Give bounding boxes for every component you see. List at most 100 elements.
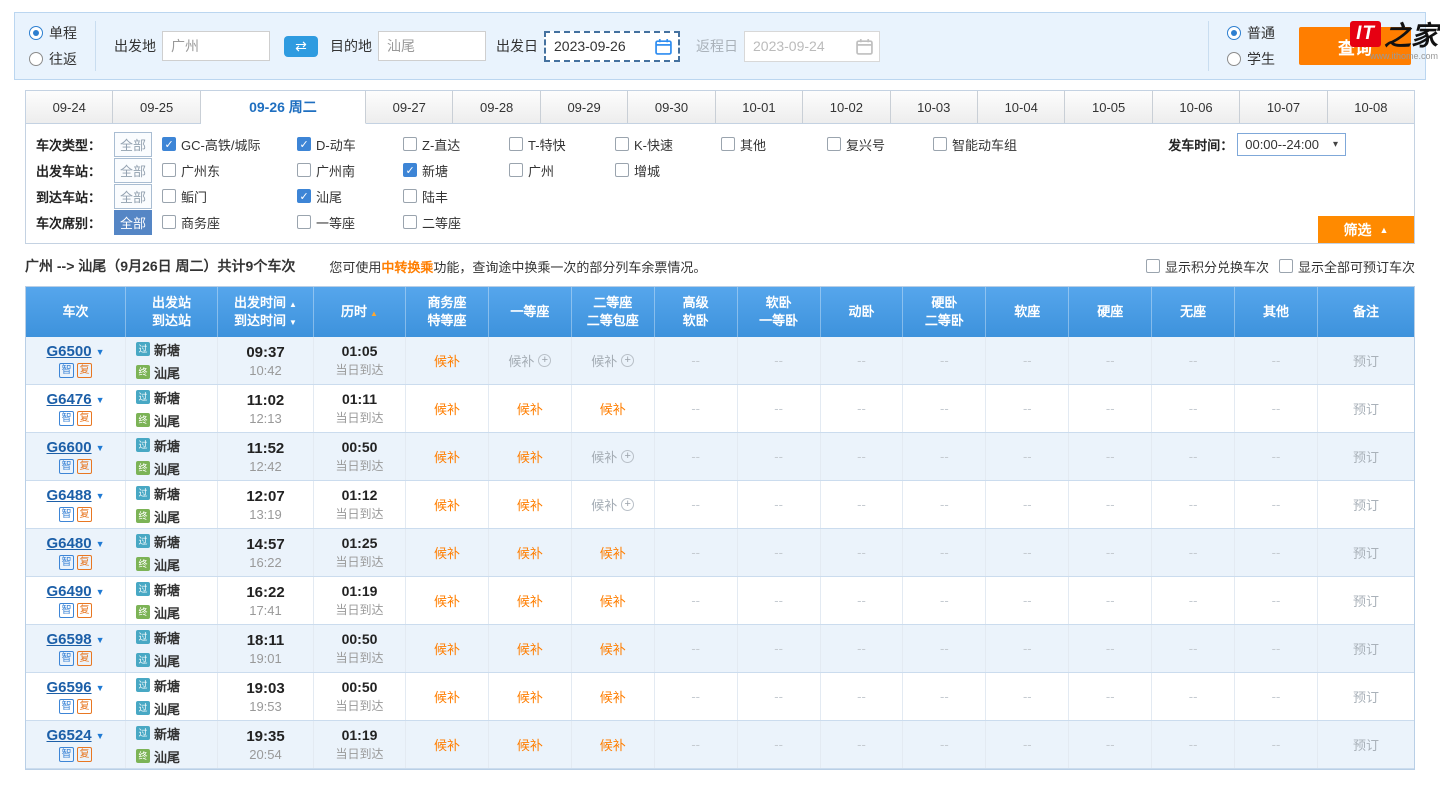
duration-cell: 01:11 当日到达 (314, 385, 406, 432)
filter-option-fuxing[interactable]: 复兴号 (827, 135, 933, 154)
duration-cell: 01:12 当日到达 (314, 481, 406, 528)
return-date-input[interactable]: 2023-09-24 (744, 31, 880, 62)
train-number-link[interactable]: G6476 (47, 391, 92, 408)
train-number-link[interactable]: G6480 (47, 535, 92, 552)
candidate-plus-icon[interactable]: + (538, 354, 551, 367)
filter-option-zengcheng[interactable]: 增城 (615, 161, 721, 180)
date-tab[interactable]: 10-08 (1328, 91, 1414, 123)
train-number-link[interactable]: G6488 (47, 487, 92, 504)
filter-option-guangzhoudong[interactable]: 广州东 (162, 161, 297, 180)
stations-cell: 过 新塘 终 汕尾 (126, 721, 218, 768)
train-type-all-button[interactable]: 全部 (114, 132, 152, 157)
train-number-link[interactable]: G6596 (47, 679, 92, 696)
calendar-icon (655, 38, 672, 55)
date-tab[interactable]: 10-07 (1240, 91, 1327, 123)
depart-station-all-button[interactable]: 全部 (114, 158, 152, 183)
train-expand-icon[interactable]: ▼ (96, 731, 105, 741)
to-station: 汕尾 (154, 507, 180, 526)
filter-option-d[interactable]: D-动车 (297, 135, 403, 154)
date-tab[interactable]: 10-06 (1153, 91, 1240, 123)
train-expand-icon[interactable]: ▼ (96, 491, 105, 501)
train-expand-icon[interactable]: ▼ (96, 635, 105, 645)
train-number-link[interactable]: G6524 (47, 727, 92, 744)
duration: 00:50 (342, 679, 378, 695)
from-station: 新塘 (154, 628, 180, 647)
date-tab[interactable]: 09-25 (113, 91, 200, 123)
arrive-station-all-button[interactable]: 全部 (114, 184, 152, 209)
train-expand-icon[interactable]: ▼ (96, 395, 105, 405)
filter-option-t[interactable]: T-特快 (509, 135, 615, 154)
filter-option-z[interactable]: Z-直达 (403, 135, 509, 154)
swap-stations-button[interactable]: ⇄ (284, 36, 318, 57)
seat-class-all-button[interactable]: 全部 (114, 210, 152, 235)
seat-ev-sleeper-cell: -- (821, 481, 904, 528)
depart-date-input[interactable]: 2023-09-26 (544, 31, 680, 62)
filter-option-guangzhou[interactable]: 广州 (509, 161, 615, 180)
checkbox-icon (297, 137, 311, 151)
radio-one-way[interactable]: 单程 (29, 23, 77, 43)
to-station-input[interactable]: 汕尾 (378, 31, 486, 61)
date-tab[interactable]: 09-28 (453, 91, 540, 123)
seat-other-cell: -- (1235, 577, 1318, 624)
filter-option-k[interactable]: K-快速 (615, 135, 721, 154)
depart-time: 11:02 (247, 392, 285, 409)
filter-option-houmen[interactable]: 鲘门 (162, 187, 297, 206)
filter-option-xintang[interactable]: 新塘 (403, 161, 509, 180)
filter-option-other[interactable]: 其他 (721, 135, 827, 154)
radio-normal-passenger[interactable]: 普通 (1227, 23, 1275, 43)
sort-duration-icon[interactable]: ▲ (370, 309, 378, 318)
seat-status: -- (1272, 593, 1281, 608)
train-number-link[interactable]: G6600 (47, 439, 92, 456)
date-tab[interactable]: 09-30 (628, 91, 715, 123)
show-bookable-trains-checkbox[interactable]: 显示全部可预订车次 (1279, 257, 1415, 276)
date-tab[interactable]: 10-04 (978, 91, 1065, 123)
train-number-link[interactable]: G6490 (47, 583, 92, 600)
candidate-plus-icon[interactable]: + (621, 498, 634, 511)
radio-student-passenger[interactable]: 学生 (1227, 49, 1275, 69)
station-type-icon: 过 (136, 438, 150, 452)
transfer-link[interactable]: 中转换乘 (381, 260, 433, 275)
filter-option-first-class[interactable]: 一等座 (297, 213, 403, 232)
train-expand-icon[interactable]: ▼ (96, 587, 105, 597)
filter-option-business[interactable]: 商务座 (162, 213, 297, 232)
date-tab-label: 09-25 (140, 100, 173, 115)
train-number-link[interactable]: G6598 (47, 631, 92, 648)
show-points-trains-checkbox[interactable]: 显示积分兑换车次 (1146, 257, 1269, 276)
radio-round-trip[interactable]: 往返 (29, 49, 77, 69)
search-panel: 单程 往返 出发地 广州 ⇄ 目的地 汕尾 出发日 2023-09-26 (14, 12, 1426, 80)
date-tab[interactable]: 10-02 (803, 91, 890, 123)
filter-option-smart-ev[interactable]: 智能动车组 (933, 135, 1017, 154)
candidate-plus-icon[interactable]: + (621, 450, 634, 463)
date-tab[interactable]: 10-05 (1065, 91, 1152, 123)
train-expand-icon[interactable]: ▼ (96, 683, 105, 693)
date-tab[interactable]: 10-03 (891, 91, 978, 123)
date-tab[interactable]: 09-29 (541, 91, 628, 123)
train-expand-icon[interactable]: ▼ (96, 539, 105, 549)
col-duration[interactable]: 历时▲ (314, 287, 406, 337)
sort-desc-icon[interactable]: ▼ (289, 318, 297, 327)
depart-time-select[interactable]: 00:00--24:00 ▾ (1237, 133, 1346, 156)
train-expand-icon[interactable]: ▼ (96, 443, 105, 453)
checkbox-icon (1146, 259, 1160, 273)
filter-button[interactable]: 筛选 ▲ (1318, 216, 1414, 243)
display-options: 显示积分兑换车次 显示全部可预订车次 (1146, 257, 1415, 276)
depart-time: 18:11 (247, 632, 285, 649)
candidate-plus-icon[interactable]: + (621, 354, 634, 367)
date-tab[interactable]: 09-24 (26, 91, 113, 123)
filter-option-guangzhounan[interactable]: 广州南 (297, 161, 403, 180)
station-type-icon: 终 (136, 413, 150, 427)
filter-row-arrive-station: 到达车站： 全部 鲘门 汕尾 陆丰 (36, 183, 1404, 209)
train-number-link[interactable]: G6500 (47, 343, 92, 360)
from-station-input[interactable]: 广州 (162, 31, 270, 61)
filter-option-lufeng[interactable]: 陆丰 (403, 187, 509, 206)
sort-asc-icon[interactable]: ▲ (289, 300, 297, 309)
train-expand-icon[interactable]: ▼ (96, 347, 105, 357)
date-tab[interactable]: 09-26 周二 (201, 91, 366, 124)
col-times[interactable]: 出发时间▲ 到达时间▼ (218, 287, 314, 337)
filter-option-shanwei[interactable]: 汕尾 (297, 187, 403, 206)
filter-option-gc[interactable]: GC-高铁/城际 (162, 135, 297, 154)
filter-option-second-class[interactable]: 二等座 (403, 213, 509, 232)
date-tab[interactable]: 09-27 (366, 91, 453, 123)
date-tab-label: 09-30 (655, 100, 688, 115)
date-tab[interactable]: 10-01 (716, 91, 803, 123)
